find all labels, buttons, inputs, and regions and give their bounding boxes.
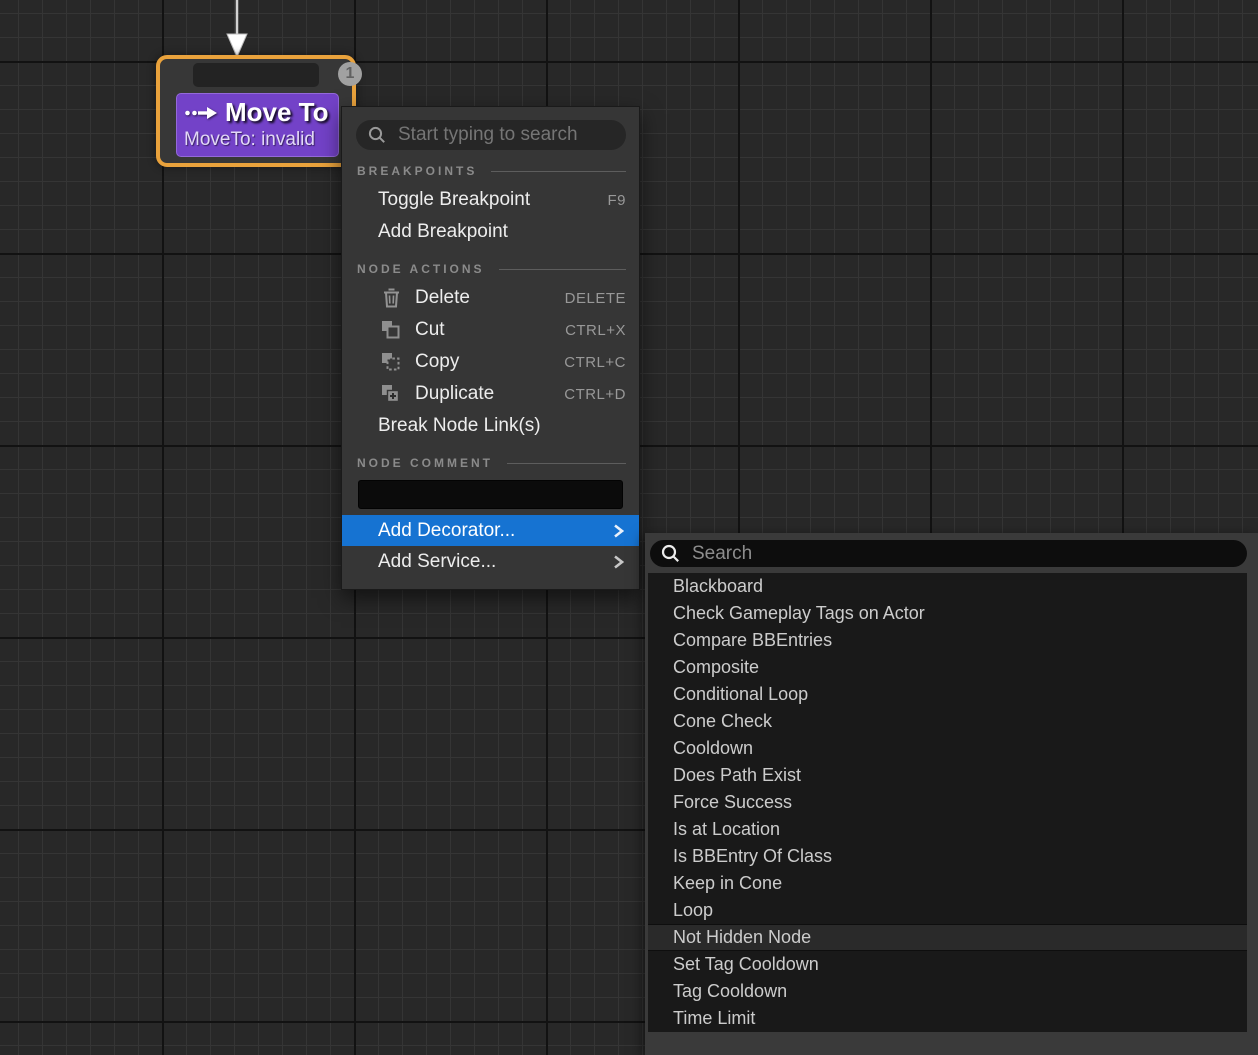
decorator-item-composite[interactable]: Composite: [648, 654, 1247, 681]
chevron-right-icon: [613, 554, 624, 570]
shortcut-label: F9: [607, 192, 626, 209]
search-icon: [661, 544, 680, 563]
decorator-item-set-tag-cooldown[interactable]: Set Tag Cooldown: [648, 951, 1247, 978]
section-divider: [491, 171, 626, 172]
decorator-item-does-path-exist[interactable]: Does Path Exist: [648, 762, 1247, 789]
chevron-right-icon: [613, 523, 624, 539]
menu-item-add-decorator[interactable]: Add Decorator...: [342, 515, 639, 546]
section-divider: [507, 463, 626, 464]
decorator-item-loop[interactable]: Loop: [648, 897, 1247, 924]
behavior-tree-graph[interactable]: Move To MoveTo: invalid 1 BREAKPOINTS To…: [0, 0, 1258, 1055]
menu-item-add-breakpoint[interactable]: Add Breakpoint: [342, 216, 639, 248]
decorator-item-cooldown[interactable]: Cooldown: [648, 735, 1247, 762]
decorator-item-keep-in-cone[interactable]: Keep in Cone: [648, 870, 1247, 897]
submenu-search-input[interactable]: [690, 542, 1236, 566]
decorator-item-not-hidden-node[interactable]: Not Hidden Node: [648, 924, 1247, 951]
execution-wire-arrow-icon: [224, 0, 252, 60]
section-divider: [499, 269, 626, 270]
decorator-item-conditional-loop[interactable]: Conditional Loop: [648, 681, 1247, 708]
node-comment-input[interactable]: [358, 480, 623, 509]
copy-icon: [379, 351, 403, 373]
context-menu-search[interactable]: [356, 120, 626, 150]
menu-item-cut[interactable]: Cut CTRL+X: [342, 314, 639, 346]
node-body[interactable]: Move To MoveTo: invalid: [176, 93, 339, 157]
node-comment-section-header: NODE COMMENT: [357, 456, 626, 470]
decorator-item-time-limit[interactable]: Time Limit: [648, 1005, 1247, 1032]
breakpoints-section-header: BREAKPOINTS: [357, 164, 626, 178]
submenu-search[interactable]: [650, 540, 1247, 567]
cut-icon: [379, 319, 403, 341]
menu-item-duplicate[interactable]: Duplicate CTRL+D: [342, 378, 639, 410]
node-context-menu: BREAKPOINTS Toggle Breakpoint F9 Add Bre…: [341, 106, 640, 590]
move-to-node[interactable]: Move To MoveTo: invalid: [156, 55, 356, 167]
node-index-badge: 1: [338, 62, 362, 86]
decorator-item-force-success[interactable]: Force Success: [648, 789, 1247, 816]
menu-item-delete[interactable]: Delete DELETE: [342, 282, 639, 314]
decorator-item-compare-bbentries[interactable]: Compare BBEntries: [648, 627, 1247, 654]
search-icon: [368, 126, 386, 144]
node-title: Move To: [225, 97, 329, 128]
menu-item-toggle-breakpoint[interactable]: Toggle Breakpoint F9: [342, 184, 639, 216]
duplicate-icon: [379, 383, 403, 405]
search-input[interactable]: [396, 123, 614, 147]
decorator-item-tag-cooldown[interactable]: Tag Cooldown: [648, 978, 1247, 1005]
decorator-item-check-gameplay-tags-on-actor[interactable]: Check Gameplay Tags on Actor: [648, 600, 1247, 627]
menu-item-add-service[interactable]: Add Service...: [342, 546, 639, 577]
shortcut-label: CTRL+D: [564, 386, 626, 403]
node-actions-section-header: NODE ACTIONS: [357, 262, 626, 276]
menu-item-break-node-links[interactable]: Break Node Link(s): [342, 410, 639, 442]
decorator-item-cone-check[interactable]: Cone Check: [648, 708, 1247, 735]
decorator-item-blackboard[interactable]: Blackboard: [648, 573, 1247, 600]
node-subtitle: MoveTo: invalid: [177, 128, 338, 151]
trash-icon: [379, 287, 403, 309]
decorator-item-is-bbentry-of-class[interactable]: Is BBEntry Of Class: [648, 843, 1247, 870]
move-to-icon: [184, 105, 218, 121]
shortcut-label: CTRL+C: [564, 354, 626, 371]
shortcut-label: DELETE: [565, 290, 626, 307]
decorator-list: Blackboard Check Gameplay Tags on Actor …: [648, 573, 1247, 1032]
decorator-item-is-at-location[interactable]: Is at Location: [648, 816, 1247, 843]
node-input-pin[interactable]: [193, 63, 319, 87]
menu-item-copy[interactable]: Copy CTRL+C: [342, 346, 639, 378]
add-decorator-submenu: Blackboard Check Gameplay Tags on Actor …: [645, 533, 1258, 1055]
shortcut-label: CTRL+X: [565, 322, 626, 339]
